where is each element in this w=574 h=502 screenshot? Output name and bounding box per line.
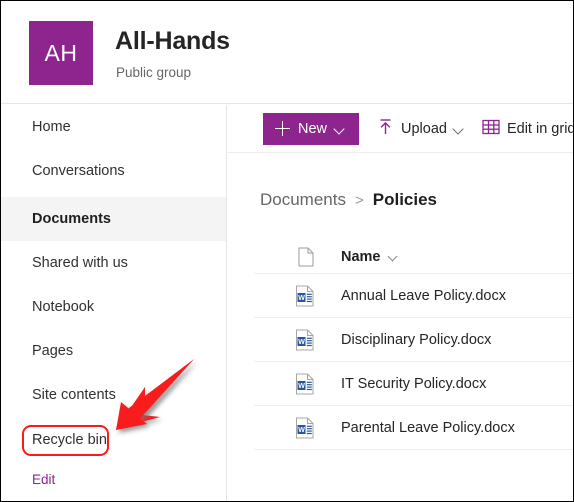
sidebar-item-label: Shared with us (32, 255, 128, 271)
main-content: New Upload Edit in grid Documents > Poli… (228, 105, 573, 501)
site-subtitle: Public group (116, 65, 192, 80)
chevron-down-icon[interactable] (389, 252, 398, 261)
table-row[interactable]: W Annual Leave Policy.docx (254, 274, 573, 318)
svg-text:W: W (298, 427, 305, 434)
plus-icon (275, 121, 290, 136)
edit-in-grid-label: Edit in grid (506, 120, 574, 137)
site-header: AH All-Hands Public group (1, 1, 573, 104)
command-bar: New Upload Edit in grid (228, 105, 573, 153)
breadcrumb-separator: > (354, 192, 364, 209)
sidebar-item-label: Notebook (32, 299, 95, 315)
file-name: IT Security Policy.docx (341, 375, 487, 392)
chevron-down-icon (335, 124, 345, 134)
document-outline-icon (298, 247, 314, 267)
breadcrumb: Documents > Policies (260, 190, 437, 210)
sidebar-item-documents[interactable]: Documents (1, 197, 226, 241)
sidebar-item-site-contents[interactable]: Site contents (1, 373, 226, 417)
word-file-icon: W (295, 329, 315, 351)
table-row[interactable]: W Disciplinary Policy.docx (254, 318, 573, 362)
sharepoint-site-screenshot: AH All-Hands Public group Home Conversat… (0, 0, 574, 502)
word-file-icon: W (295, 373, 315, 395)
file-name: Disciplinary Policy.docx (341, 331, 492, 348)
new-button-label: New (298, 120, 328, 137)
sidebar-item-conversations[interactable]: Conversations (1, 149, 226, 193)
column-header-name[interactable]: Name (341, 249, 381, 265)
word-file-icon: W (295, 417, 315, 439)
sidebar-item-notebook[interactable]: Notebook (1, 285, 226, 329)
grid-icon (482, 118, 500, 140)
svg-text:W: W (298, 295, 305, 302)
chevron-down-icon (454, 124, 464, 134)
sidebar-edit-link[interactable]: Edit (32, 472, 55, 487)
edit-in-grid-button[interactable]: Edit in grid (482, 113, 574, 145)
page-title: All-Hands (115, 27, 230, 55)
word-file-icon: W (295, 285, 315, 307)
file-name: Annual Leave Policy.docx (341, 287, 506, 304)
sidebar-item-label: Site contents (32, 387, 116, 403)
sidebar-item-pages[interactable]: Pages (1, 329, 226, 373)
svg-text:W: W (298, 383, 305, 390)
avatar: AH (29, 21, 93, 85)
sidebar-item-home[interactable]: Home (1, 105, 226, 149)
file-list-header: Name (254, 240, 573, 274)
sidebar-item-label: Conversations (32, 163, 125, 179)
sidebar-item-label: Recycle bin (32, 432, 107, 448)
sidebar-item-recycle-bin[interactable]: Recycle bin (1, 418, 226, 462)
table-row[interactable]: W IT Security Policy.docx (254, 362, 573, 406)
new-button[interactable]: New (263, 112, 360, 145)
avatar-initials: AH (44, 39, 78, 66)
svg-text:W: W (298, 339, 305, 346)
sidebar-item-label: Home (32, 119, 71, 135)
breadcrumb-current: Policies (372, 190, 438, 209)
sidebar-item-label: Documents (32, 211, 111, 227)
file-name: Parental Leave Policy.docx (341, 419, 515, 436)
sidebar-item-shared-with-us[interactable]: Shared with us (1, 241, 226, 285)
breadcrumb-root[interactable]: Documents (260, 190, 346, 210)
sidebar-item-label: Pages (32, 343, 74, 359)
sidebar: Home Conversations Documents Shared with… (1, 105, 227, 501)
table-row[interactable]: W Parental Leave Policy.docx (254, 406, 573, 450)
upload-icon (377, 118, 394, 140)
upload-button-label: Upload (401, 120, 447, 137)
upload-button[interactable]: Upload (377, 113, 464, 145)
